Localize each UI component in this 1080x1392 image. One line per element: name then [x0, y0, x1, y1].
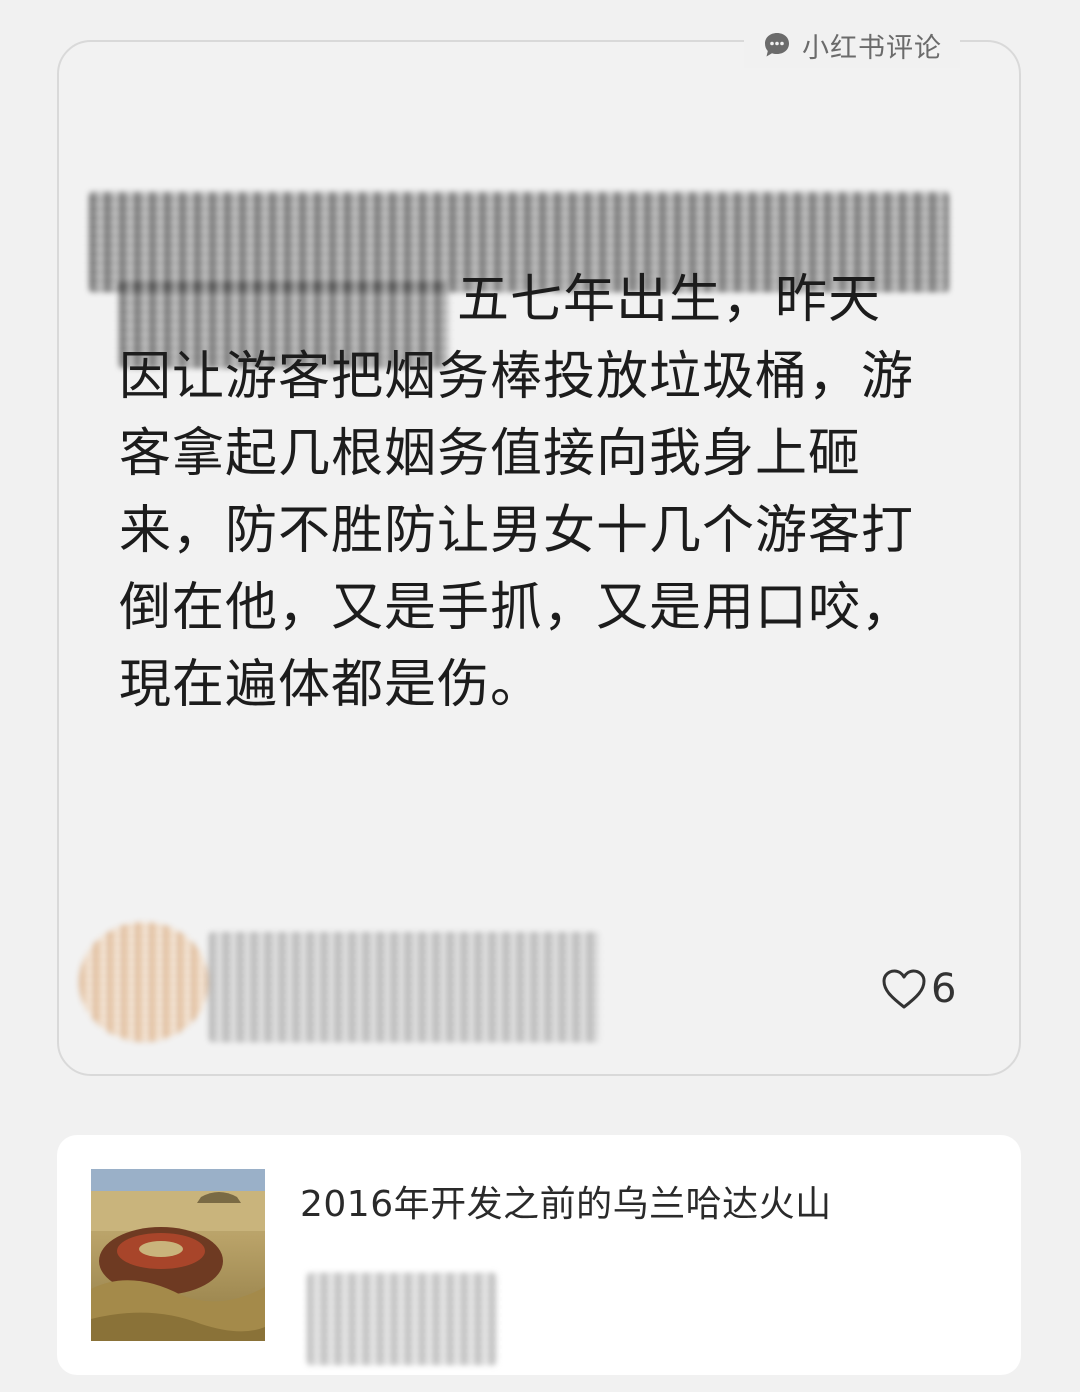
comment-text: 五七年出生，昨天因让游客把烟务棒投放垃圾桶，游客拿起几根姻务值接向我身上砸来，防… — [119, 270, 915, 715]
redacted-avatar — [79, 922, 209, 1042]
source-tag: 小红书评论 — [744, 22, 960, 68]
note-title: 2016年开发之前的乌兰哈达火山 — [300, 1184, 832, 1225]
like-count: 6 — [931, 966, 957, 1012]
like-button[interactable]: 6 — [881, 966, 956, 1012]
redacted-note-author — [307, 1273, 497, 1365]
comment-card: 五七年出生，昨天因让游客把烟务棒投放垃圾桶，游客拿起几根姻务值接向我身上砸来，防… — [57, 40, 1021, 1076]
note-thumbnail — [91, 1169, 265, 1341]
chat-bubble-icon — [762, 30, 792, 60]
redacted-meta — [209, 932, 599, 1042]
heart-icon — [881, 968, 927, 1010]
source-label: 小红书评论 — [802, 32, 942, 64]
linked-note-card[interactable]: 2016年开发之前的乌兰哈达火山 — [57, 1135, 1021, 1375]
